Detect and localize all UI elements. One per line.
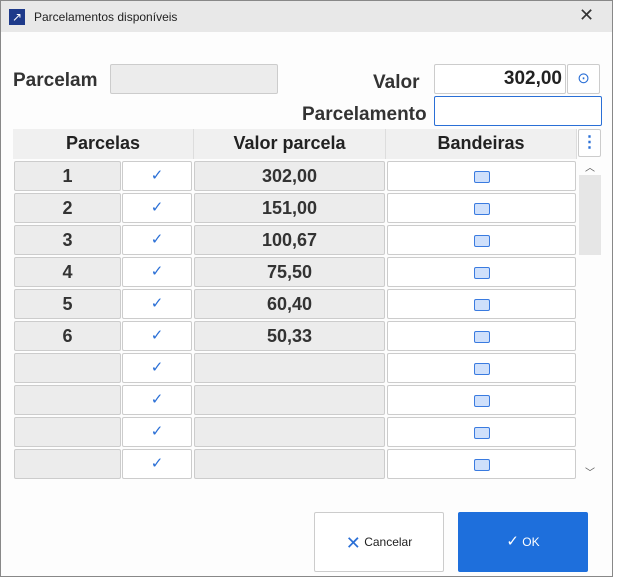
select-check-icon[interactable]: ✓ xyxy=(122,353,192,383)
valor-parcela-cell: 50,33 xyxy=(194,321,385,351)
valor-parcela-cell: 100,67 xyxy=(194,225,385,255)
select-check-icon[interactable]: ✓ xyxy=(122,193,192,223)
bandeiras-cell[interactable] xyxy=(387,353,576,383)
card-icon[interactable] xyxy=(473,299,490,312)
select-check-icon[interactable]: ✓ xyxy=(122,289,192,319)
bandeiras-cell[interactable] xyxy=(387,289,576,319)
card-icon[interactable] xyxy=(473,171,490,184)
valor-input[interactable]: 302,00 xyxy=(434,64,566,94)
check-icon: ✓ xyxy=(506,533,519,550)
card-icon[interactable] xyxy=(473,331,490,344)
parcelam-field[interactable] xyxy=(110,64,278,94)
parcela-cell xyxy=(14,385,121,415)
card-icon[interactable] xyxy=(473,235,490,248)
dialog-window: ↗ Parcelamentos disponíveis ✕ Parcelam V… xyxy=(0,0,613,577)
card-icon[interactable] xyxy=(473,267,490,280)
parcela-cell: 2 xyxy=(14,193,121,223)
select-check-icon[interactable]: ✓ xyxy=(122,225,192,255)
bandeiras-cell[interactable] xyxy=(387,449,576,479)
parcela-cell xyxy=(14,449,121,479)
bandeiras-cell[interactable] xyxy=(387,385,576,415)
bandeiras-cell[interactable] xyxy=(387,321,576,351)
scroll-down-icon[interactable]: ﹀ xyxy=(579,464,601,479)
valor-parcela-cell: 151,00 xyxy=(194,193,385,223)
window-title: Parcelamentos disponíveis xyxy=(34,10,178,24)
valor-parcela-cell: 75,50 xyxy=(194,257,385,287)
parcela-cell xyxy=(14,417,121,447)
bandeiras-cell[interactable] xyxy=(387,161,576,191)
scroll-thumb[interactable] xyxy=(579,175,601,255)
card-icon[interactable] xyxy=(473,427,490,440)
parcela-cell: 4 xyxy=(14,257,121,287)
column-menu-icon[interactable]: ⋮ xyxy=(578,129,601,157)
valor-parcela-cell xyxy=(194,417,385,447)
valor-parcela-cell xyxy=(194,353,385,383)
bandeiras-cell[interactable] xyxy=(387,225,576,255)
valor-parcela-cell: 302,00 xyxy=(194,161,385,191)
parcela-cell xyxy=(14,353,121,383)
valor-parcela-cell: 60,40 xyxy=(194,289,385,319)
cancel-button[interactable]: ✕ Cancelar xyxy=(314,512,444,572)
select-check-icon[interactable]: ✓ xyxy=(122,321,192,351)
valor-parcela-cell xyxy=(194,449,385,479)
parcela-cell: 1 xyxy=(14,161,121,191)
select-check-icon[interactable]: ✓ xyxy=(122,161,192,191)
parcelamento-input[interactable] xyxy=(434,96,602,126)
parcelamento-label: Parcelamento xyxy=(302,104,427,125)
parcelam-label: Parcelam xyxy=(13,70,98,91)
header-parcelas[interactable]: Parcelas xyxy=(13,129,194,159)
header-valor-parcela[interactable]: Valor parcela xyxy=(194,129,386,159)
card-icon[interactable] xyxy=(473,203,490,216)
valor-parcela-cell xyxy=(194,385,385,415)
ok-button[interactable]: ✓ OK xyxy=(458,512,588,572)
parcela-cell: 6 xyxy=(14,321,121,351)
card-icon[interactable] xyxy=(473,459,490,472)
valor-label: Valor xyxy=(373,72,420,93)
scroll-up-icon[interactable]: ︿ xyxy=(579,159,601,174)
parcela-cell: 3 xyxy=(14,225,121,255)
select-check-icon[interactable]: ✓ xyxy=(122,417,192,447)
x-icon: ✕ xyxy=(345,532,361,553)
card-icon[interactable] xyxy=(473,395,490,408)
confirm-check-circle-icon[interactable]: ⊙ xyxy=(567,64,600,94)
bandeiras-cell[interactable] xyxy=(387,417,576,447)
bandeiras-cell[interactable] xyxy=(387,193,576,223)
select-check-icon[interactable]: ✓ xyxy=(122,385,192,415)
close-icon[interactable]: ✕ xyxy=(579,5,594,26)
cancel-label: Cancelar xyxy=(364,535,413,549)
title-bar: ↗ Parcelamentos disponíveis ✕ xyxy=(1,1,612,32)
bandeiras-cell[interactable] xyxy=(387,257,576,287)
ok-label: OK xyxy=(522,535,540,549)
app-icon: ↗ xyxy=(9,9,25,25)
header-bandeiras[interactable]: Bandeiras xyxy=(386,129,577,159)
select-check-icon[interactable]: ✓ xyxy=(122,257,192,287)
scrollbar[interactable]: ︿ ﹀ xyxy=(579,159,601,479)
card-icon[interactable] xyxy=(473,363,490,376)
parcela-cell: 5 xyxy=(14,289,121,319)
select-check-icon[interactable]: ✓ xyxy=(122,449,192,479)
